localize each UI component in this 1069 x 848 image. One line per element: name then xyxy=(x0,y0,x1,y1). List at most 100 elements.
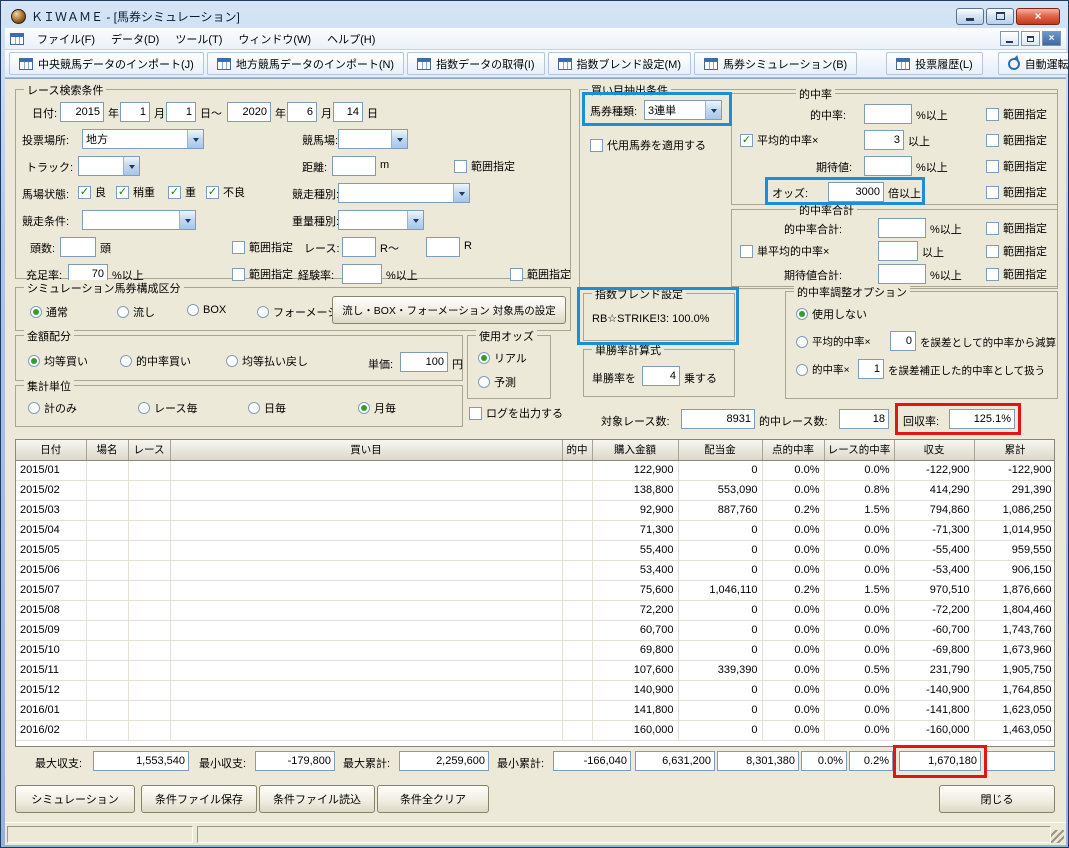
radio-equal-buy[interactable]: 均等買い xyxy=(28,353,88,369)
save-conditions-button[interactable]: 条件ファイル保存 xyxy=(141,785,257,813)
toolbar-import-central-button[interactable]: 中央競馬データのインポート(J) xyxy=(9,52,204,75)
table-row[interactable]: 2015/10 69,800 0 0.0% 0.0% -69,800 1,673,960 xyxy=(16,640,1054,661)
race-cond-select[interactable] xyxy=(82,210,196,230)
target-horse-settings-button[interactable]: 流し・BOX・フォーメーション 対象馬の設定 xyxy=(332,296,566,324)
unit-price-input[interactable]: 100 xyxy=(400,352,448,372)
menu-file[interactable]: ファイル(F) xyxy=(30,28,102,50)
table-row[interactable]: 2015/07 75,600 1,046,110 0.2% 1.5% 970,510 1,8… xyxy=(16,580,1054,601)
hit-total-input[interactable] xyxy=(878,218,926,238)
fill-range-checkbox[interactable]: 範囲指定 xyxy=(232,266,293,282)
odds-input[interactable]: 3000 xyxy=(828,182,884,202)
condition-heavy-checkbox[interactable]: 重 xyxy=(168,184,196,200)
radio-normal[interactable]: 通常 xyxy=(30,304,68,320)
col-header-date[interactable]: 日付 xyxy=(16,440,87,461)
date-month-from-input[interactable]: 1 xyxy=(120,102,150,122)
expect-total-input[interactable] xyxy=(878,264,926,284)
table-row[interactable]: 2015/05 55,400 0 0.0% 0.0% -55,400 959,550 xyxy=(16,540,1054,561)
hit-range-checkbox[interactable]: 範囲指定 xyxy=(986,106,1047,122)
table-row[interactable]: 2015/04 71,300 0 0.0% 0.0% -71,300 1,014,950 xyxy=(16,520,1054,541)
single-avg-input[interactable] xyxy=(878,241,918,261)
radio-total-only[interactable]: 計のみ xyxy=(28,400,77,416)
odds-range-checkbox[interactable]: 範囲指定 xyxy=(986,184,1047,200)
col-header-cumulative[interactable]: 累計 xyxy=(974,440,1054,461)
table-row[interactable]: 2015/02 138,800 553,090 0.0% 0.8% 414,290 291,… xyxy=(16,480,1054,501)
expect-range-checkbox[interactable]: 範囲指定 xyxy=(986,158,1047,174)
distance-input[interactable] xyxy=(332,156,376,176)
radio-real-odds[interactable]: リアル xyxy=(478,350,527,366)
load-conditions-button[interactable]: 条件ファイル読込 xyxy=(259,785,375,813)
table-row[interactable]: 2016/01 141,800 0 0.0% 0.0% -141,800 1,623,050 xyxy=(16,700,1054,721)
radio-daily[interactable]: 日毎 xyxy=(248,400,286,416)
col-header-race-rate[interactable]: レース的中率 xyxy=(824,440,895,461)
radio-box[interactable]: BOX xyxy=(187,304,226,316)
heads-range-checkbox[interactable]: 範囲指定 xyxy=(232,239,293,255)
heads-input[interactable] xyxy=(60,237,96,257)
table-row[interactable]: 2015/01 122,900 0 0.0% 0.0% -122,900 -122,900 xyxy=(16,460,1054,481)
adjust-correct-input[interactable]: 1 xyxy=(858,359,884,379)
weight-type-select[interactable] xyxy=(338,210,424,230)
win-rate-power-input[interactable]: 4 xyxy=(642,366,680,386)
radio-forecast-odds[interactable]: 予測 xyxy=(478,374,516,390)
date-day-from-input[interactable]: 1 xyxy=(166,102,196,122)
table-row[interactable]: 2016/02 160,000 0 0.0% 0.0% -160,000 1,463,050 xyxy=(16,720,1054,741)
mdi-restore-button[interactable] xyxy=(1021,31,1040,46)
col-header-balance[interactable]: 収支 xyxy=(894,440,975,461)
ticket-type-select[interactable]: 3連単 xyxy=(644,100,722,120)
course-select[interactable] xyxy=(338,129,408,149)
radio-equal-payout[interactable]: 均等払い戻し xyxy=(226,353,308,369)
toolbar-simulation-button[interactable]: 馬券シミュレーション(B) xyxy=(694,52,858,75)
clear-conditions-button[interactable]: 条件全クリア xyxy=(377,785,489,813)
track-select[interactable] xyxy=(78,156,140,176)
date-day-to-input[interactable]: 14 xyxy=(333,102,363,122)
menu-help[interactable]: ヘルプ(H) xyxy=(320,28,382,50)
close-button[interactable]: × xyxy=(1016,7,1060,25)
exp-rate-input[interactable] xyxy=(342,264,382,284)
avg-hit-rate-input[interactable]: 3 xyxy=(864,130,904,150)
table-row[interactable]: 2015/09 60,700 0 0.0% 0.0% -60,700 1,743,760 xyxy=(16,620,1054,641)
col-header-point-rate[interactable]: 点的中率 xyxy=(762,440,825,461)
avg-hit-rate-checkbox[interactable]: 平均的中率× xyxy=(740,132,818,148)
log-output-checkbox[interactable]: ログを出力する xyxy=(469,405,563,421)
condition-bad-checkbox[interactable]: 不良 xyxy=(206,184,245,200)
distance-range-checkbox[interactable]: 範囲指定 xyxy=(454,158,515,174)
radio-adjust-correct[interactable]: 的中率× xyxy=(796,362,850,377)
toolbar-index-fetch-button[interactable]: 指数データの取得(I) xyxy=(407,52,545,75)
adjust-error-input[interactable]: 0 xyxy=(890,331,916,351)
race-type-select[interactable] xyxy=(338,183,470,203)
simulation-button[interactable]: シミュレーション xyxy=(15,785,135,813)
race-to-input[interactable] xyxy=(426,237,460,257)
hit-rate-input[interactable] xyxy=(864,104,912,124)
menu-window[interactable]: ウィンドウ(W) xyxy=(231,28,318,50)
radio-nagashi[interactable]: 流し xyxy=(117,304,155,320)
table-row[interactable]: 2015/12 140,900 0 0.0% 0.0% -140,900 1,764,850 xyxy=(16,680,1054,701)
mdi-minimize-button[interactable] xyxy=(1000,31,1019,46)
resize-grip[interactable] xyxy=(1051,830,1064,843)
radio-per-race[interactable]: レース毎 xyxy=(138,400,197,416)
place-select[interactable]: 地方 xyxy=(82,129,204,149)
table-row[interactable]: 2015/08 72,200 0 0.0% 0.0% -72,200 1,804,460 xyxy=(16,600,1054,621)
radio-adjust-none[interactable]: 使用しない xyxy=(796,306,867,322)
radio-adjust-subtract[interactable]: 平均的中率× xyxy=(796,334,871,349)
col-header-venue[interactable]: 場名 xyxy=(86,440,129,461)
hit-total-range-checkbox[interactable]: 範囲指定 xyxy=(986,220,1047,236)
table-row[interactable]: 2015/03 92,900 887,760 0.2% 1.5% 794,860 1,086… xyxy=(16,500,1054,521)
mdi-close-button[interactable]: × xyxy=(1042,31,1061,46)
menu-data[interactable]: データ(D) xyxy=(104,28,166,50)
col-header-payout[interactable]: 配当金 xyxy=(678,440,763,461)
col-header-race[interactable]: レース xyxy=(128,440,171,461)
date-year-from-input[interactable]: 2015 xyxy=(60,102,104,122)
date-month-to-input[interactable]: 6 xyxy=(287,102,317,122)
expect-total-range-checkbox[interactable]: 範囲指定 xyxy=(986,266,1047,282)
single-avg-checkbox[interactable]: 単平均的中率× xyxy=(740,243,829,259)
col-header-hit[interactable]: 的中 xyxy=(562,440,593,461)
toolbar-import-local-button[interactable]: 地方競馬データのインポート(N) xyxy=(206,52,405,75)
substitute-ticket-checkbox[interactable]: 代用馬券を適用する xyxy=(590,137,706,153)
minimize-button[interactable] xyxy=(956,7,984,25)
toolbar-auto-run-button[interactable]: 自動運転(A) xyxy=(997,52,1068,75)
condition-good-checkbox[interactable]: 良 xyxy=(78,184,106,200)
radio-monthly[interactable]: 月毎 xyxy=(358,400,396,416)
race-from-input[interactable] xyxy=(342,237,376,257)
col-header-bet[interactable]: 買い目 xyxy=(170,440,563,461)
close-dialog-button[interactable]: 閉じる xyxy=(939,785,1055,813)
toolbar-vote-history-button[interactable]: 投票履歴(L) xyxy=(886,52,983,75)
